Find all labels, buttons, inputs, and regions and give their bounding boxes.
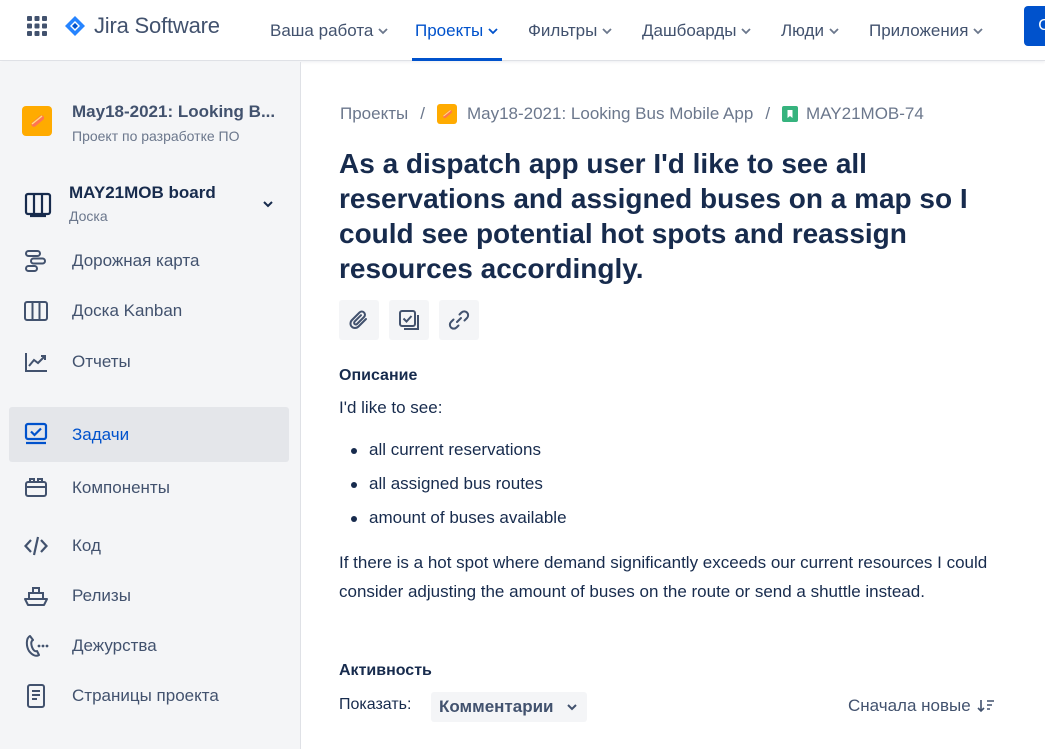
- sidebar-item-label: Код: [72, 536, 101, 555]
- breadcrumb-projects[interactable]: Проекты: [340, 104, 408, 124]
- activity-heading: Активность: [339, 662, 432, 679]
- description-list[interactable]: all current reservations all assigned bu…: [339, 435, 567, 537]
- chevron-down-icon: [741, 27, 752, 34]
- sidebar-item-label: Дежурства: [72, 636, 157, 655]
- issues-icon: [24, 422, 48, 445]
- board-icon: [24, 192, 52, 218]
- create-button-label: С: [1038, 17, 1045, 34]
- sidebar-item-label: Дорожная карта: [72, 251, 200, 270]
- phone-icon: [25, 635, 49, 657]
- activity-show-label: Показать:: [339, 696, 412, 713]
- activity-filter-select[interactable]: Комментарии: [431, 692, 588, 722]
- chevron-down-icon: [263, 201, 273, 208]
- sidebar-item-label: Релизы: [72, 586, 131, 605]
- chevron-down-icon: [829, 27, 839, 34]
- sort-descending-icon: [977, 700, 994, 713]
- sidebar-item-roadmap[interactable]: Дорожная карта: [9, 237, 289, 285]
- sidebar-item-components[interactable]: Компоненты: [9, 464, 289, 512]
- description-paragraph[interactable]: If there is a hot spot where demand sign…: [339, 548, 999, 606]
- breadcrumb-issue-key[interactable]: MAY21MOB-74: [806, 104, 924, 124]
- add-child-issue-button[interactable]: [389, 300, 429, 340]
- story-icon: [782, 106, 799, 122]
- sidebar-item-label: Доска Kanban: [72, 301, 183, 320]
- sidebar-item-label: Отчеты: [72, 352, 131, 371]
- sidebar-item-reports[interactable]: Отчеты: [9, 338, 289, 386]
- issue-title[interactable]: As a dispatch app user I'd like to see a…: [339, 146, 999, 286]
- jira-logo[interactable]: Jira Software: [64, 12, 220, 40]
- sidebar-item-kanban[interactable]: Доска Kanban: [9, 287, 289, 335]
- issue-view: Проекты / May18-2021: Looking Bus Mobile…: [302, 62, 1045, 749]
- list-item: all assigned bus routes: [339, 469, 567, 503]
- sidebar-item-label: Задачи: [72, 424, 130, 444]
- hotdog-icon: [443, 110, 452, 119]
- sort-order-label: Сначала новые: [848, 696, 971, 715]
- sidebar-item-issues[interactable]: Задачи: [9, 407, 289, 462]
- app-switcher-icon[interactable]: [26, 15, 48, 37]
- sort-order-button[interactable]: Сначала новые: [848, 696, 995, 716]
- hotdog-icon: [31, 115, 45, 127]
- sidebar-item-label: Компоненты: [72, 478, 170, 497]
- nav-dashboards-label: Дашбоарды: [642, 20, 737, 40]
- chevron-down-icon: [602, 27, 612, 34]
- project-avatar: [22, 106, 52, 136]
- list-item: all current reservations: [339, 435, 567, 469]
- sidebar-item-project-pages[interactable]: Страницы проекта: [9, 672, 289, 720]
- chevron-down-icon: [567, 704, 578, 711]
- list-item: amount of buses available: [339, 503, 567, 537]
- top-navigation: Jira Software Ваша работа Проекты Фильтр…: [0, 0, 1045, 61]
- nav-dashboards[interactable]: Дашбоарды: [642, 0, 752, 61]
- sidebar-item-code[interactable]: Код: [9, 522, 289, 570]
- project-name: May18-2021: Looking B...: [72, 102, 276, 121]
- project-sidebar: May18-2021: Looking B... Проект по разра…: [0, 62, 301, 749]
- create-button[interactable]: С: [1024, 6, 1045, 46]
- project-header[interactable]: May18-2021: Looking B... Проект по разра…: [22, 100, 275, 144]
- nav-projects[interactable]: Проекты: [412, 0, 503, 61]
- board-columns-icon: [24, 301, 48, 321]
- chart-line-icon: [25, 353, 47, 372]
- board-name: MAY21MOB board: [69, 183, 216, 202]
- chevron-down-icon: [488, 27, 498, 34]
- bookmark-icon: [787, 110, 793, 118]
- nav-apps-label: Приложения: [869, 20, 969, 40]
- code-icon: [24, 536, 48, 556]
- component-icon: [25, 478, 47, 497]
- nav-filters[interactable]: Фильтры: [528, 0, 613, 61]
- board-subtitle: Доска: [69, 208, 108, 224]
- nav-people[interactable]: Люди: [781, 0, 840, 61]
- roadmap-icon: [25, 250, 46, 272]
- description-intro[interactable]: I'd like to see:: [339, 398, 442, 418]
- attach-button[interactable]: [339, 300, 379, 340]
- board-switcher[interactable]: MAY21MOB board Доска: [22, 180, 282, 228]
- nav-your-work-label: Ваша работа: [270, 20, 374, 40]
- activity-filter-value: Комментарии: [439, 697, 554, 716]
- breadcrumb-project[interactable]: May18-2021: Looking Bus Mobile App: [467, 104, 753, 124]
- subtask-icon: [399, 310, 419, 330]
- ship-icon: [24, 587, 48, 606]
- breadcrumb-separator: /: [420, 104, 425, 123]
- sidebar-item-oncall[interactable]: Дежурства: [9, 622, 289, 670]
- paperclip-icon: [349, 310, 367, 330]
- project-type: Проект по разработке ПО: [72, 128, 240, 144]
- chevron-down-icon: [973, 27, 984, 34]
- nav-projects-label: Проекты: [415, 20, 484, 40]
- link-issue-button[interactable]: [439, 300, 479, 340]
- page-icon: [27, 684, 45, 708]
- nav-apps[interactable]: Приложения: [869, 0, 984, 61]
- issue-toolbar: [339, 300, 479, 340]
- breadcrumb: Проекты / May18-2021: Looking Bus Mobile…: [340, 102, 924, 126]
- nav-people-label: Люди: [781, 20, 824, 40]
- nav-your-work[interactable]: Ваша работа: [270, 0, 389, 61]
- chevron-down-icon: [378, 27, 389, 34]
- link-icon: [448, 310, 470, 330]
- product-name: Jira Software: [94, 13, 220, 38]
- jira-diamond-icon: [65, 16, 85, 36]
- breadcrumb-separator: /: [765, 104, 771, 123]
- nav-filters-label: Фильтры: [528, 20, 598, 40]
- sidebar-item-label: Страницы проекта: [72, 686, 219, 705]
- description-heading: Описание: [339, 367, 418, 384]
- project-avatar: [436, 104, 457, 124]
- sidebar-item-releases[interactable]: Релизы: [9, 572, 289, 620]
